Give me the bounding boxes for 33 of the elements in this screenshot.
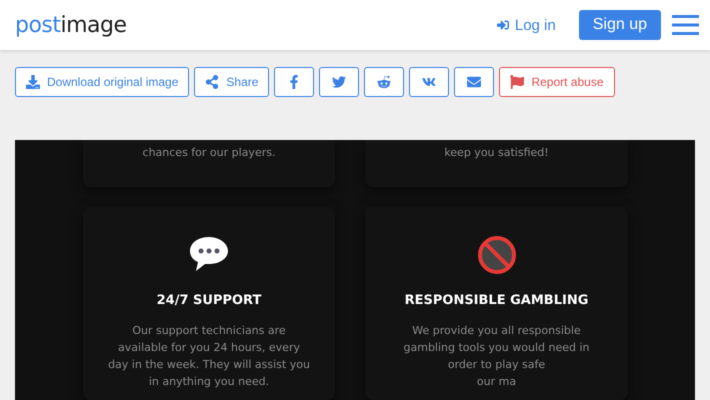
card-text: gambling tools you would need in — [404, 340, 590, 356]
card-text: day in the week. They will assist you — [108, 357, 310, 373]
report-button[interactable]: Report abuse — [499, 67, 614, 97]
twitter-icon — [332, 75, 346, 89]
vk-button[interactable] — [409, 67, 450, 97]
reddit-icon — [377, 75, 392, 89]
email-button[interactable] — [454, 67, 494, 97]
flag-icon — [510, 75, 524, 89]
share-icon — [205, 75, 220, 89]
download-button[interactable]: Download original image — [15, 67, 190, 97]
vk-icon — [422, 75, 436, 89]
card-text: in anything you need. — [148, 374, 270, 390]
share-button[interactable]: Share — [194, 67, 270, 97]
login-icon — [496, 19, 509, 31]
card-text: keep you satisfied! — [444, 145, 549, 161]
twitter-button[interactable] — [319, 67, 360, 97]
card-text: order to play safe — [448, 357, 546, 373]
card-text: available for you 24 hours, every — [118, 340, 300, 356]
card-text: chances for our players. — [142, 145, 276, 161]
card-text: our ma — [476, 374, 516, 390]
prohibited-icon — [476, 235, 516, 275]
logo[interactable]: postimage — [15, 12, 127, 38]
menu-icon[interactable] — [672, 15, 699, 35]
login-link[interactable]: Log in — [496, 16, 556, 34]
signup-button[interactable]: Sign up — [578, 10, 661, 40]
card-text: Our support technicians are — [132, 323, 286, 339]
download-icon — [26, 75, 40, 89]
card-title: 24/7 SUPPORT — [156, 293, 262, 308]
facebook-button[interactable] — [274, 67, 314, 97]
email-icon — [467, 75, 482, 89]
card-title: RESPONSIBLE GAMBLING — [404, 293, 588, 308]
reddit-button[interactable] — [364, 67, 404, 97]
card-text: We provide you all responsible — [412, 323, 581, 339]
